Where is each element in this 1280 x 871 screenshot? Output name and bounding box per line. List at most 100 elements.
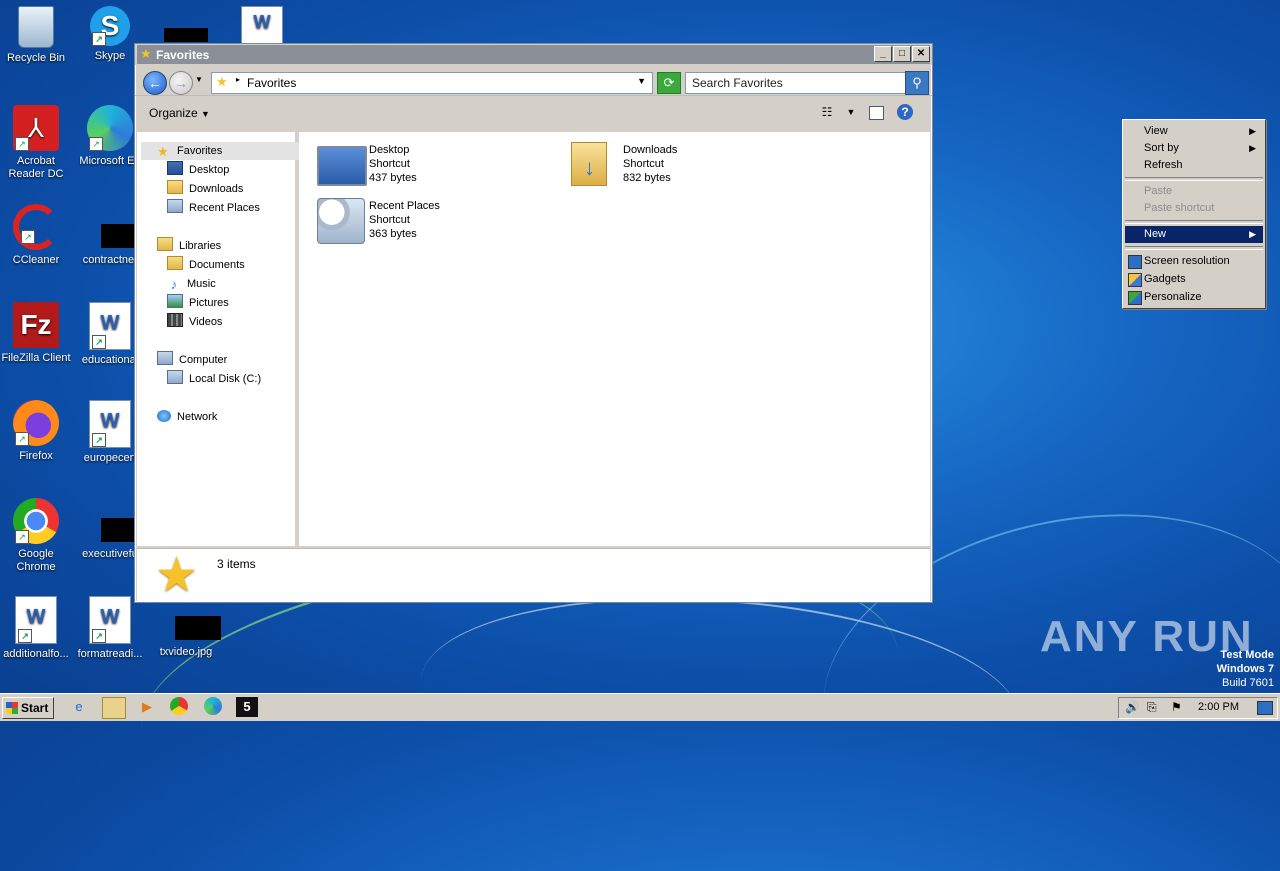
action-center-flag-icon[interactable]: ⚑	[1171, 700, 1182, 714]
menu-item-refresh[interactable]: Refresh	[1125, 157, 1263, 174]
file-name: Downloads	[623, 144, 678, 156]
menu-separator	[1125, 246, 1263, 250]
breadcrumb-arrow-icon[interactable]: ▸	[236, 75, 240, 84]
media-player-icon[interactable]: ▶	[136, 697, 158, 717]
start-label: Start	[21, 701, 49, 715]
desktop-context-menu: View ▶ Sort by ▶ Refresh Paste Paste short…	[1122, 119, 1266, 309]
personalize-icon	[1128, 291, 1142, 305]
organize-button[interactable]: Organize ▼	[149, 106, 210, 120]
file-list: Desktop Shortcut 437 bytes ↓ Downloads Shor…	[299, 132, 930, 546]
nav-item-pictures[interactable]: Pictures	[167, 294, 229, 312]
desktop-icon-filezilla[interactable]: Fz FileZilla Client	[0, 302, 72, 365]
shortcut-arrow-icon: ↗	[92, 335, 106, 349]
shortcut-arrow-icon: ↗	[18, 629, 32, 643]
menu-label: Refresh	[1144, 159, 1183, 171]
monitor-icon	[1128, 255, 1142, 269]
nav-item-downloads[interactable]: Downloads	[167, 180, 243, 198]
menu-item-screen-resolution[interactable]: Screen resolution	[1125, 253, 1263, 270]
clock[interactable]: 2:00 PM	[1198, 701, 1239, 713]
app-5-taskbar-icon[interactable]: 5	[236, 697, 258, 717]
explorer-taskbar-icon[interactable]	[102, 697, 126, 719]
shortcut-arrow-icon: ↗	[92, 433, 106, 447]
libraries-icon	[157, 237, 173, 251]
address-path: Favorites	[247, 76, 297, 90]
address-field[interactable]: ★ ▸ Favorites ▼	[211, 72, 653, 94]
nav-item-documents[interactable]: Documents	[167, 256, 245, 274]
start-button[interactable]: Start	[2, 697, 54, 719]
desktop-icon-txvideo[interactable]: txvideo.jpg	[150, 596, 222, 659]
search-input[interactable]: Search Favorites	[685, 72, 907, 94]
menu-item-new[interactable]: New ▶	[1125, 226, 1263, 243]
volume-icon[interactable]: 🔊	[1125, 700, 1140, 714]
menu-item-paste[interactable]: Paste	[1125, 183, 1263, 200]
nav-item-local-disk[interactable]: Local Disk (C:)	[167, 370, 261, 388]
nav-item-libraries[interactable]: Libraries	[157, 237, 221, 255]
desktop-icon-label: Google Chrome	[16, 548, 56, 573]
search-icon[interactable]: ⚲	[905, 71, 929, 95]
favorites-star-icon: ★	[216, 74, 228, 89]
desktop-icon-ccleaner[interactable]: ↗ CCleaner	[0, 204, 72, 267]
menu-item-view[interactable]: View ▶	[1125, 123, 1263, 140]
desktop-icon-label: Acrobat Reader DC	[8, 155, 64, 180]
preview-pane-icon[interactable]	[869, 106, 884, 120]
menu-item-sort-by[interactable]: Sort by ▶	[1125, 140, 1263, 157]
refresh-button[interactable]: ⟳	[657, 72, 681, 94]
forward-button[interactable]: →	[169, 71, 193, 95]
desktop-icon-label: additionalfo...	[3, 648, 69, 660]
menu-item-personalize[interactable]: Personalize	[1125, 289, 1263, 306]
desktop-icon-label: Recycle Bin	[6, 52, 66, 64]
minimize-button[interactable]: _	[874, 46, 892, 62]
internet-explorer-icon[interactable]: e	[68, 697, 90, 717]
help-icon[interactable]: ?	[897, 104, 913, 120]
address-dropdown-icon[interactable]: ▼	[637, 76, 646, 86]
file-type: Shortcut	[369, 158, 410, 170]
recent-pages-dropdown-icon[interactable]: ▼	[195, 75, 203, 84]
desktop-icon-acrobat[interactable]: ⅄ ↗ Acrobat Reader DC	[0, 105, 72, 181]
nav-label: Network	[177, 411, 218, 423]
desktop-icon-recycle-bin[interactable]: Recycle Bin	[0, 6, 72, 65]
word-document-icon: W ↗	[89, 400, 131, 448]
file-item-recent-places[interactable]: Recent Places Shortcut 363 bytes	[317, 198, 517, 244]
close-button[interactable]: ✕	[912, 46, 930, 62]
word-document-icon: W ↗	[89, 596, 131, 644]
chrome-taskbar-icon[interactable]	[170, 697, 188, 715]
menu-item-paste-shortcut[interactable]: Paste shortcut	[1125, 200, 1263, 217]
os-label: Windows 7	[1216, 663, 1274, 675]
test-mode-label: Test Mode	[1220, 649, 1274, 661]
show-desktop-icon[interactable]	[1257, 701, 1273, 715]
desktop-icon-formatreadi[interactable]: W ↗ formatreadi...	[74, 596, 146, 661]
shortcut-arrow-icon: ↗	[92, 629, 106, 643]
nav-item-network[interactable]: Network	[157, 408, 217, 426]
edge-taskbar-icon[interactable]	[204, 697, 222, 715]
view-options-dropdown-icon[interactable]: ▼	[843, 104, 859, 120]
desktop-icon-chrome[interactable]: ↗ Google Chrome	[0, 498, 72, 574]
back-button[interactable]: ←	[143, 71, 167, 95]
maximize-button[interactable]: □	[893, 46, 911, 62]
nav-item-computer[interactable]: Computer	[157, 351, 227, 369]
title-bar[interactable]: ★ Favorites _ □ ✕	[135, 44, 932, 65]
nav-label: Desktop	[189, 164, 230, 176]
nav-item-desktop[interactable]: Desktop	[167, 161, 229, 179]
nav-label: Documents	[189, 259, 245, 271]
command-bar: Organize ▼ ☷ ▼ ?	[135, 95, 932, 128]
network-tray-icon[interactable]: ⎘	[1147, 700, 1157, 715]
desktop-icon-word-doc-top[interactable]: W	[226, 6, 298, 48]
nav-item-recent-places[interactable]: Recent Places	[167, 199, 260, 217]
desktop-icon-additionalfo[interactable]: W ↗ additionalfo...	[0, 596, 72, 661]
nav-item-favorites[interactable]: ★ Favorites	[141, 142, 309, 160]
nav-item-videos[interactable]: Videos	[167, 313, 222, 331]
menu-item-gadgets[interactable]: Gadgets	[1125, 271, 1263, 288]
shortcut-arrow-icon: ↗	[89, 137, 103, 151]
favorites-star-icon: ★	[155, 549, 199, 602]
downloads-folder-icon	[167, 180, 183, 194]
desktop-icon-firefox[interactable]: ↗ Firefox	[0, 400, 72, 463]
nav-item-music[interactable]: ♪ Music	[167, 275, 216, 293]
system-tray: 🔊 ⎘ ⚑ 2:00 PM	[1118, 697, 1278, 719]
menu-label: New	[1144, 228, 1167, 240]
search-placeholder: Search Favorites	[692, 76, 783, 90]
change-view-icon[interactable]: ☷	[819, 104, 835, 120]
network-icon	[157, 410, 171, 422]
file-item-desktop[interactable]: Desktop Shortcut 437 bytes	[317, 142, 517, 188]
file-item-downloads[interactable]: ↓ Downloads Shortcut 832 bytes	[571, 142, 771, 188]
menu-label: Gadgets	[1144, 273, 1186, 285]
